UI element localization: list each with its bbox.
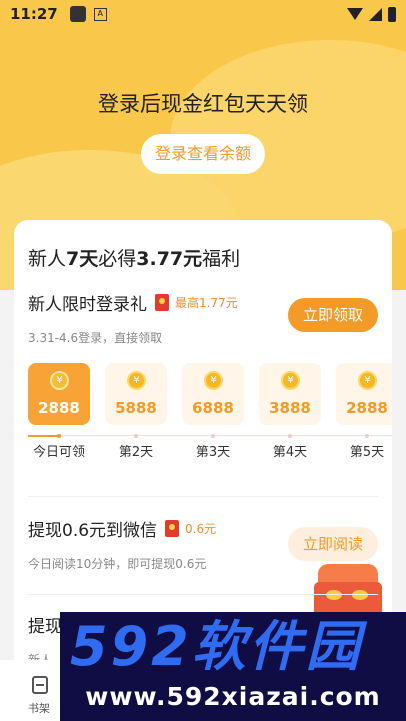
login-task-reward: 最高1.77元 xyxy=(175,296,238,310)
day-item[interactable]: ¥ 2888 第5天 xyxy=(336,363,392,460)
signal-icon xyxy=(369,7,382,21)
withdraw-task-name: 提现0.6元到微信 xyxy=(28,521,158,541)
day-item[interactable]: ¥ 2888 今日可领 xyxy=(28,363,90,460)
wifi-icon xyxy=(347,8,363,20)
chest-coin xyxy=(326,590,342,600)
app-icon xyxy=(69,6,86,22)
bookshelf-icon xyxy=(32,676,48,694)
day-item[interactable]: ¥ 6888 第3天 xyxy=(182,363,244,460)
day-tick xyxy=(365,434,369,438)
read-now-button[interactable]: 立即阅读 xyxy=(288,527,378,561)
chest-coin xyxy=(352,590,368,600)
daily-rewards: ¥ 2888 今日可领 ¥ 5888 第2天 ¥ 6888 第3天 ¥ 3888… xyxy=(28,363,392,473)
day-tick xyxy=(134,434,138,438)
red-packet-icon xyxy=(165,520,180,537)
coin-icon: ¥ xyxy=(50,371,69,390)
card-title-middle: 必得 xyxy=(98,248,137,270)
chest-base xyxy=(314,582,382,616)
day-box: ¥ 3888 xyxy=(259,363,321,425)
coin-icon: ¥ xyxy=(127,371,146,390)
card-title: 新人7天必得3.77元福利 xyxy=(28,244,240,271)
login-task-name: 新人限时登录礼 xyxy=(28,295,147,315)
coin-icon: ¥ xyxy=(204,371,223,390)
coin-icon: ¥ xyxy=(281,371,300,390)
withdraw-task-reward: 0.6元 xyxy=(185,522,217,536)
day-label: 今日可领 xyxy=(32,445,85,460)
day-amount: 3888 xyxy=(269,399,311,417)
login-check-balance-button[interactable]: 登录查看余额 xyxy=(141,134,265,174)
status-bar: 11:27 A xyxy=(0,0,406,28)
status-time: 11:27 xyxy=(10,5,58,23)
card-title-suffix: 福利 xyxy=(202,248,241,270)
chest-lid xyxy=(318,564,378,584)
card-title-prefix: 新人 xyxy=(28,248,67,270)
day-item[interactable]: ¥ 3888 第4天 xyxy=(259,363,321,460)
battery-icon xyxy=(388,6,396,22)
watermark: 592软件园 www.592xiazai.com xyxy=(60,612,406,721)
day-box: ¥ 6888 xyxy=(182,363,244,425)
watermark-url: www.592xiazai.com xyxy=(85,682,381,711)
coin-icon: ¥ xyxy=(358,371,377,390)
day-amount: 6888 xyxy=(192,399,234,417)
next-task-name: 提现 xyxy=(28,617,62,637)
day-label: 第2天 xyxy=(118,445,154,460)
day-amount: 2888 xyxy=(38,399,80,417)
day-box: ¥ 2888 xyxy=(28,363,90,425)
day-label: 第3天 xyxy=(195,445,231,460)
day-box: ¥ 2888 xyxy=(336,363,392,425)
day-box: ¥ 5888 xyxy=(105,363,167,425)
hero-title: 登录后现金红包天天领 xyxy=(98,92,308,116)
tab-bookshelf-label: 书架 xyxy=(28,702,50,715)
card-title-amount: 3.77元 xyxy=(136,248,203,270)
card-title-days: 7天 xyxy=(66,248,99,270)
day-item[interactable]: ¥ 5888 第2天 xyxy=(105,363,167,460)
day-tick xyxy=(211,434,215,438)
tab-bookshelf[interactable]: 书架 xyxy=(0,660,60,721)
divider xyxy=(28,496,378,497)
a-icon: A xyxy=(93,7,107,21)
day-tick xyxy=(57,434,61,438)
watermark-brand: 592软件园 xyxy=(70,615,363,678)
day-amount: 5888 xyxy=(115,399,157,417)
day-amount: 2888 xyxy=(346,399,388,417)
day-label: 第4天 xyxy=(272,445,308,460)
claim-now-button[interactable]: 立即领取 xyxy=(288,298,378,332)
divider xyxy=(28,594,378,595)
day-label: 第5天 xyxy=(349,445,385,460)
red-packet-icon xyxy=(155,294,169,311)
day-tick xyxy=(288,434,292,438)
